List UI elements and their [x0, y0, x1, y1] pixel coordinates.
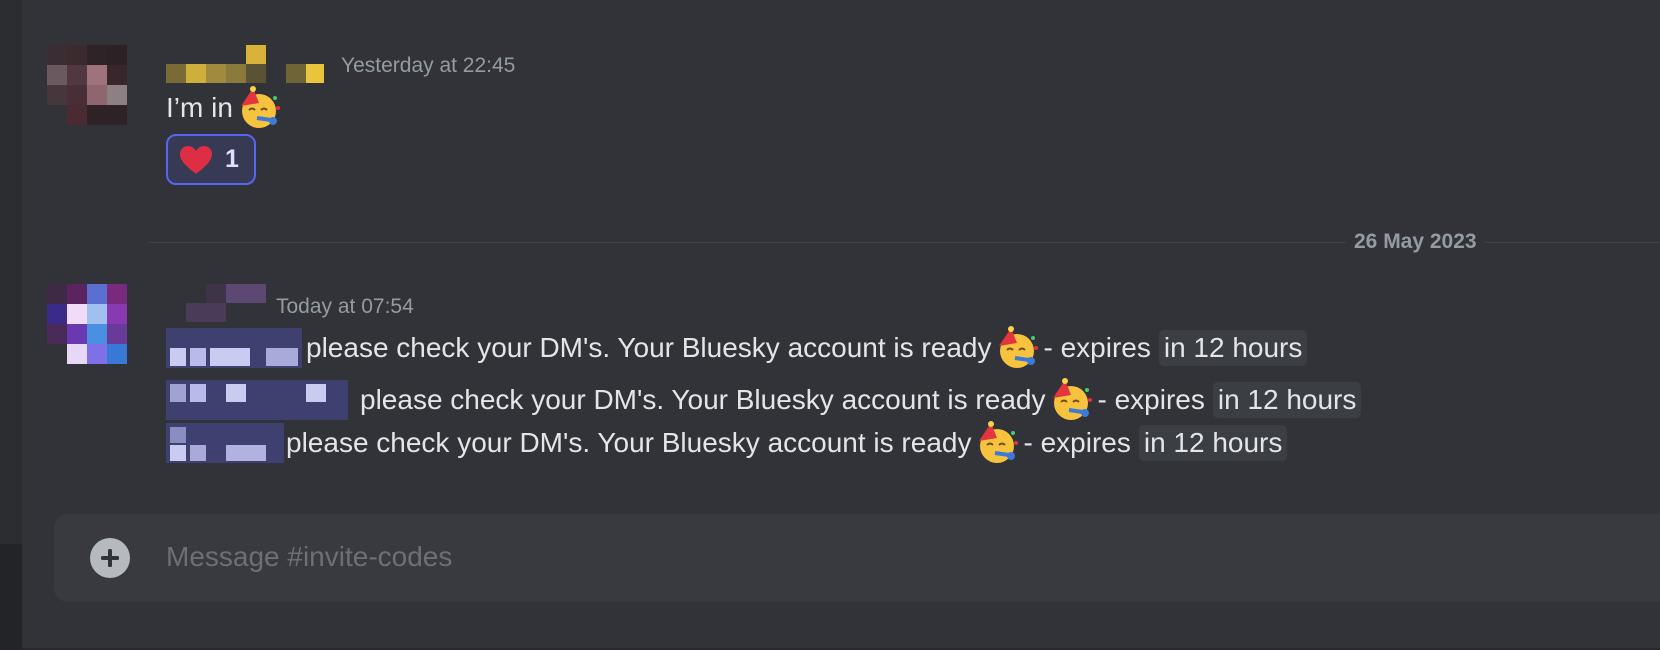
expiry-code: in 12 hours	[1158, 330, 1308, 366]
message-content: I’m in	[166, 86, 285, 130]
partying-face-icon	[995, 326, 1039, 370]
mention-censored[interactable]	[166, 423, 284, 463]
message-text: please check your DM's. Your Bluesky acc…	[360, 384, 1046, 415]
message-timestamp: Today at 07:54	[276, 295, 414, 318]
mention-censored[interactable]	[166, 328, 302, 368]
date-divider-label: 26 May 2023	[1346, 230, 1485, 254]
left-rail-lower	[0, 544, 22, 650]
message-input[interactable]	[166, 532, 1266, 582]
add-attachment-button[interactable]	[90, 538, 130, 578]
plus-icon	[101, 549, 119, 567]
heart-reaction[interactable]: 1	[166, 134, 256, 185]
heart-icon	[180, 145, 212, 174]
expiry-code: in 12 hours	[1138, 425, 1288, 461]
partying-face-icon	[1049, 378, 1093, 422]
message-line: please check your DM's. Your Bluesky acc…	[166, 326, 1308, 370]
message-composer	[54, 514, 1660, 602]
mention-censored[interactable]	[166, 380, 348, 420]
expires-text: - expires	[1043, 332, 1151, 363]
expires-text: - expires	[1097, 384, 1205, 415]
avatar[interactable]	[47, 45, 127, 125]
author-name-censored[interactable]	[166, 45, 324, 83]
expires-text: - expires	[1023, 427, 1131, 458]
message-text: I’m in	[166, 92, 233, 123]
left-rail	[0, 0, 22, 650]
message-line: please check your DM's. Your Bluesky acc…	[166, 378, 1362, 422]
message-timestamp: Yesterday at 22:45	[341, 54, 516, 77]
message-text: please check your DM's. Your Bluesky acc…	[286, 427, 972, 458]
partying-face-icon	[237, 86, 281, 130]
author-name-censored[interactable]	[186, 284, 266, 322]
partying-face-icon	[975, 421, 1019, 465]
expiry-code: in 12 hours	[1212, 382, 1362, 418]
message-line: please check your DM's. Your Bluesky acc…	[166, 421, 1288, 465]
reaction-count: 1	[225, 145, 239, 173]
message-text: please check your DM's. Your Bluesky acc…	[306, 332, 992, 363]
avatar[interactable]	[47, 284, 127, 364]
